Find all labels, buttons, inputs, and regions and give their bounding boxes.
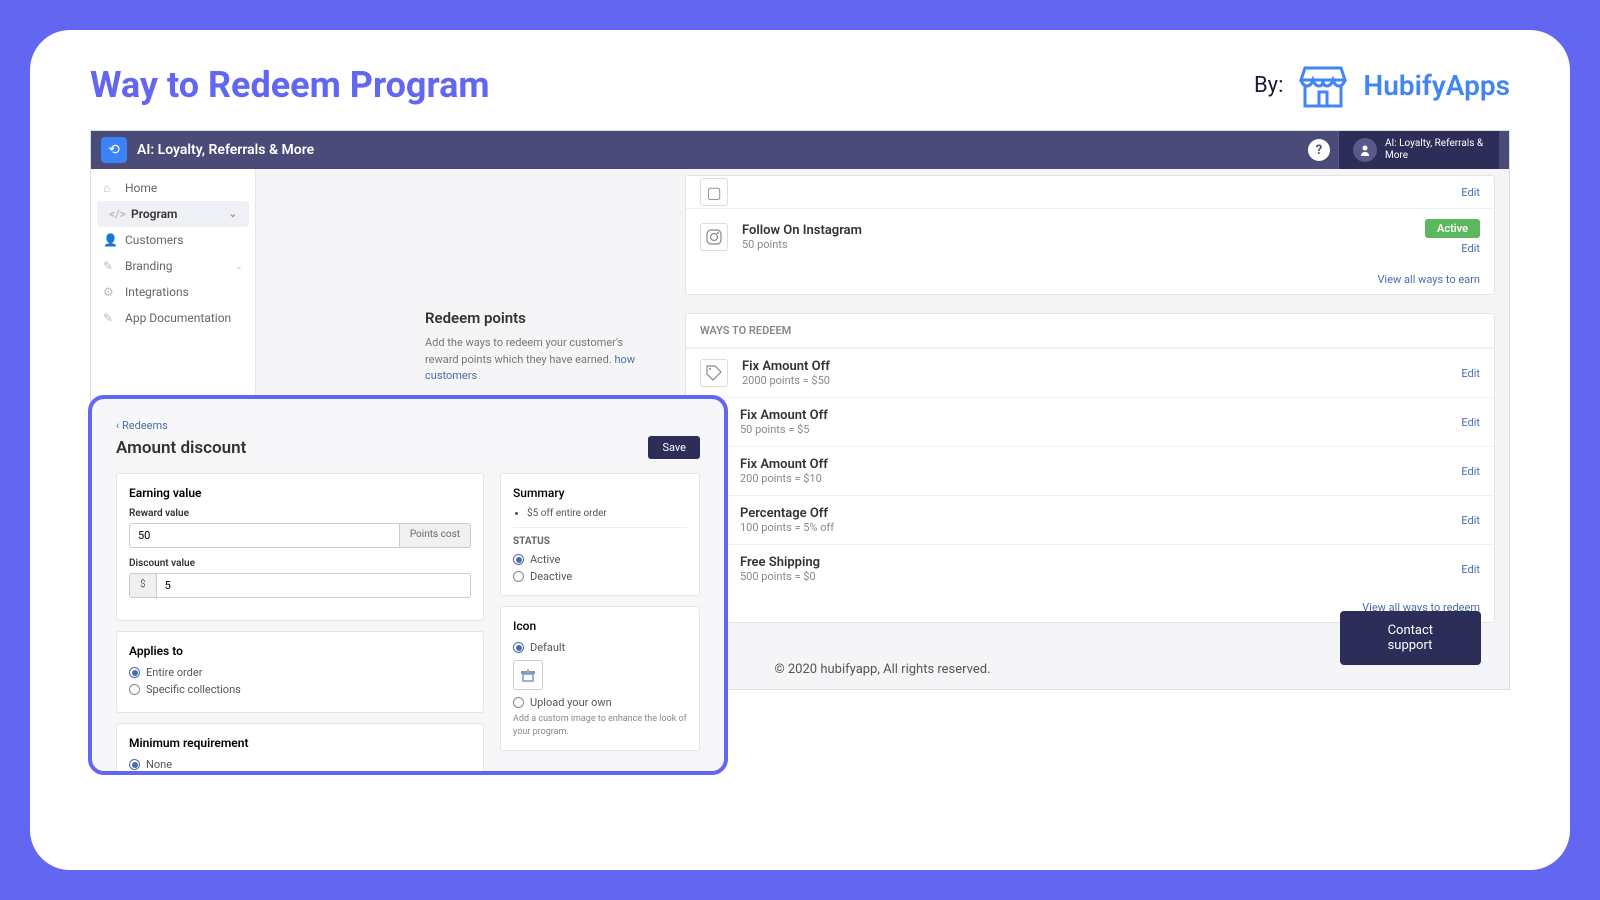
- user-label: AI: Loyalty, Referrals & More: [1385, 138, 1485, 162]
- contact-support-button[interactable]: Contact support: [1340, 611, 1481, 665]
- code-icon: </>: [109, 207, 123, 221]
- earn-row-prev: ▢ Edit: [686, 176, 1494, 208]
- chevron-down-icon: ⌄: [235, 261, 243, 272]
- edit-link[interactable]: Edit: [1461, 465, 1480, 478]
- paint-icon: ✎: [103, 259, 117, 273]
- breadcrumb-back[interactable]: ‹ Redeems: [116, 419, 700, 432]
- app-title: AI: Loyalty, Referrals & More: [137, 142, 1308, 158]
- earn-title: Follow On Instagram: [742, 223, 1411, 238]
- redeem-row: Percentage Off 100 points = 5% off Edit: [686, 495, 1494, 544]
- discount-value-label: Discount value: [129, 558, 471, 569]
- icon-default-radio[interactable]: Default: [513, 641, 687, 654]
- redeem-sub: 50 points = $5: [740, 423, 1461, 436]
- storefront-icon: [1293, 60, 1353, 110]
- redeem-title: Free Shipping: [740, 555, 1461, 570]
- app-header: ⟲ AI: Loyalty, Referrals & More ? AI: Lo…: [91, 131, 1509, 169]
- avatar-icon: [1353, 138, 1377, 162]
- applies-to-title: Applies to: [129, 644, 471, 658]
- edit-link[interactable]: Edit: [1461, 367, 1480, 380]
- earn-card: ▢ Edit Follow On Instagram 50 p: [685, 175, 1495, 295]
- amount-discount-modal: ‹ Redeems Amount discount Save Earning v…: [88, 395, 728, 775]
- edit-link[interactable]: Edit: [1461, 416, 1480, 429]
- app-logo-icon: ⟲: [101, 137, 127, 163]
- person-icon: 👤: [103, 233, 117, 247]
- sidebar-item-customers[interactable]: 👤Customers: [91, 227, 255, 253]
- status-deactive-radio[interactable]: Deactive: [513, 570, 687, 583]
- doc-icon: ✎: [103, 311, 117, 325]
- sidebar-item-branding[interactable]: ✎Branding⌄: [91, 253, 255, 279]
- earn-sub: 50 points: [742, 238, 1411, 251]
- sidebar-item-integrations[interactable]: ⚙Integrations: [91, 279, 255, 305]
- icon-title: Icon: [513, 619, 687, 633]
- modal-title: Amount discount: [116, 438, 246, 458]
- status-badge: Active: [1425, 219, 1480, 238]
- currency-prefix: $: [129, 573, 156, 598]
- plug-icon: ⚙: [103, 285, 117, 299]
- min-requirement-title: Minimum requirement: [129, 736, 471, 750]
- sidebar-item-docs[interactable]: ✎App Documentation: [91, 305, 255, 331]
- applies-entire-order-radio[interactable]: Entire order: [129, 666, 471, 679]
- icon-preview: [513, 660, 543, 690]
- brand-logo: By: HubifyApps: [1254, 60, 1510, 110]
- redeem-row: Fix Amount Off 2000 points = $50 Edit: [686, 348, 1494, 397]
- tag-icon: [700, 359, 728, 387]
- status-active-radio[interactable]: Active: [513, 553, 687, 566]
- view-all-earn-link[interactable]: View all ways to earn: [1378, 273, 1480, 286]
- icon-help-text: Add a custom image to enhance the look o…: [513, 713, 687, 738]
- redeem-card: WAYS TO REDEEM Fix Amount Off 2000 point…: [685, 313, 1495, 623]
- edit-link[interactable]: Edit: [1461, 514, 1480, 527]
- reward-value-input[interactable]: [129, 523, 400, 548]
- redeem-row: Free Shipping 500 points = $0 Edit: [686, 544, 1494, 593]
- redeem-desc: Add the ways to redeem your customer's r…: [425, 335, 655, 385]
- status-title: STATUS: [513, 536, 687, 547]
- minreq-none-radio[interactable]: None: [129, 758, 471, 771]
- home-icon: ⌂: [103, 181, 117, 195]
- redeem-title: Fix Amount Off: [740, 408, 1461, 423]
- redeem-heading: Redeem points: [425, 309, 655, 327]
- applies-collections-radio[interactable]: Specific collections: [129, 683, 471, 696]
- applies-to-card: Applies to Entire order Specific collect…: [116, 631, 484, 713]
- by-label: By:: [1254, 73, 1283, 98]
- earn-row-instagram: Follow On Instagram 50 points Active Edi…: [686, 208, 1494, 265]
- points-cost-suffix: Points cost: [400, 523, 471, 548]
- save-button[interactable]: Save: [648, 436, 700, 459]
- help-icon[interactable]: ?: [1308, 139, 1330, 161]
- redeem-card-header: WAYS TO REDEEM: [686, 314, 1494, 348]
- earning-value-card: Earning value Reward value Points cost D…: [116, 473, 484, 621]
- edit-link[interactable]: Edit: [1461, 242, 1480, 255]
- redeem-title: Fix Amount Off: [742, 359, 1447, 374]
- instagram-icon: [700, 223, 728, 251]
- user-chip[interactable]: AI: Loyalty, Referrals & More: [1338, 131, 1499, 169]
- logo-text: HubifyApps: [1363, 69, 1510, 102]
- redeem-title: Percentage Off: [740, 506, 1461, 521]
- placeholder-icon: ▢: [700, 178, 728, 206]
- earning-value-title: Earning value: [129, 486, 471, 500]
- summary-title: Summary: [513, 486, 687, 500]
- edit-link[interactable]: Edit: [1461, 563, 1480, 576]
- page-title: Way to Redeem Program: [90, 64, 490, 106]
- redeem-sub: 500 points = $0: [740, 570, 1461, 583]
- redeem-sub: 2000 points = $50: [742, 374, 1447, 387]
- redeem-sub: 100 points = 5% off: [740, 521, 1461, 534]
- edit-link[interactable]: Edit: [1461, 186, 1480, 199]
- redeem-row: Fix Amount Off 200 points = $10 Edit: [686, 446, 1494, 495]
- icon-card: Icon Default Upload your own Add a custo…: [500, 606, 700, 751]
- min-requirement-card: Minimum requirement None Minimum purchas…: [116, 723, 484, 775]
- chevron-down-icon: ⌄: [229, 209, 237, 220]
- sidebar-item-home[interactable]: ⌂Home: [91, 175, 255, 201]
- discount-value-input[interactable]: [156, 573, 471, 598]
- summary-card: Summary $5 off entire order STATUS Activ…: [500, 473, 700, 596]
- redeem-title: Fix Amount Off: [740, 457, 1461, 472]
- redeem-sub: 200 points = $10: [740, 472, 1461, 485]
- redeem-row: Fix Amount Off 50 points = $5 Edit: [686, 397, 1494, 446]
- sidebar-item-program[interactable]: </>Program⌄: [97, 201, 249, 227]
- icon-upload-radio[interactable]: Upload your own: [513, 696, 687, 709]
- summary-item: $5 off entire order: [527, 508, 687, 519]
- reward-value-label: Reward value: [129, 508, 471, 519]
